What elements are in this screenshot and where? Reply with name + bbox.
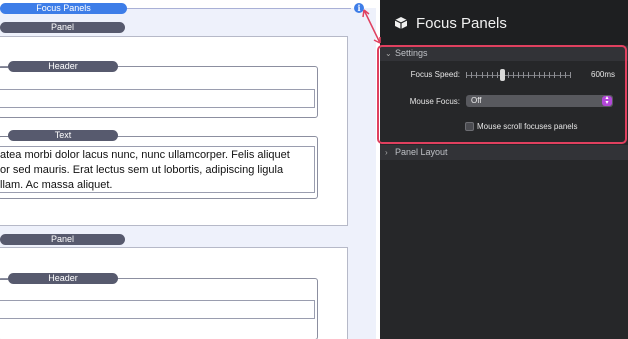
panel-layout-section-header[interactable]: › Panel Layout [380,145,628,160]
panel-label: Panel [0,22,125,33]
header-rule [0,279,8,280]
header-input[interactable] [0,89,315,108]
settings-highlight-frame [377,45,627,144]
inspector-title: Focus Panels [416,15,507,32]
chevron-right-icon: › [385,148,388,157]
text-line-1: atea morbi dolor lacus nunc, nunc ullamc… [0,149,290,161]
root-divider [127,8,351,9]
inspector-header: Focus Panels [380,0,628,45]
text-line-2: or sed mauris. Erat lectus sem ut lobort… [0,164,284,176]
text-line-3: llam. Ac massa aliquet. [0,179,113,191]
panel-label: Panel [0,234,125,245]
header-input[interactable] [0,300,315,319]
text-label: Text [8,130,118,141]
header-rule [0,67,8,68]
header-label: Header [8,61,118,72]
text-rule [0,136,8,137]
cube-icon [394,17,408,29]
canvas-area: Focus Panels i Panel Header Text atea mo… [0,0,380,339]
info-icon[interactable]: i [354,3,364,13]
panel-layout-section-label: Panel Layout [395,147,448,157]
header-label: Header [8,273,118,284]
root-panel-label: Focus Panels [0,3,127,14]
